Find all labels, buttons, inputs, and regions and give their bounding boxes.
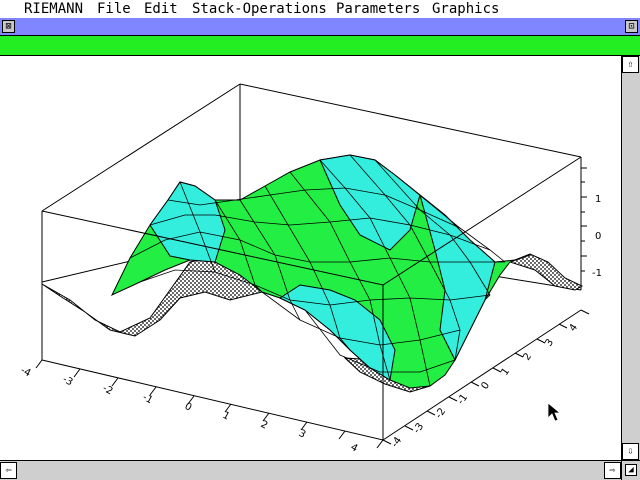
scroll-left-arrow-icon[interactable]: ⇦	[0, 462, 17, 479]
resize-grip-icon[interactable]: ◢	[625, 464, 637, 476]
vertical-scrollbar[interactable]: ⇧ ⇩	[621, 56, 640, 460]
y-tick-label: 1	[499, 366, 512, 378]
x-axis-ticks	[35, 359, 384, 449]
surface-plot: 1 0 -1 -4 -3 -2 -1 0 1 2 3 4 -4 -3 -2 -1…	[19, 83, 602, 455]
z-tick-label: 0	[595, 231, 601, 242]
y-tick-label: -3	[411, 421, 426, 435]
menu-parameters[interactable]: Parameters	[335, 0, 421, 18]
x-tick-label: -3	[61, 374, 75, 388]
menu-bar: RIEMANN File Edit Stack-Operations Param…	[0, 0, 640, 18]
plot-canvas[interactable]: 1 0 -1 -4 -3 -2 -1 0 1 2 3 4 -4 -3 -2 -1…	[0, 56, 621, 460]
y-tick-label: 0	[479, 380, 492, 392]
z-axis	[581, 167, 587, 272]
y-tick-label: 3	[543, 337, 556, 349]
info-bar	[0, 36, 640, 56]
window-title-bar[interactable]: ⊠ ⊡	[0, 18, 640, 36]
size-box[interactable]: ◢	[621, 460, 640, 480]
scroll-up-arrow-icon[interactable]: ⇧	[622, 56, 639, 73]
scroll-right-arrow-icon[interactable]: ⇨	[604, 462, 621, 479]
menu-graphics[interactable]: Graphics	[431, 0, 500, 18]
menu-edit[interactable]: Edit	[143, 0, 179, 18]
z-tick-label: 1	[595, 194, 601, 205]
x-tick-label: 2	[259, 419, 270, 432]
x-tick-label: 3	[297, 428, 308, 441]
x-tick-label: -4	[19, 365, 33, 379]
menu-file[interactable]: File	[96, 0, 132, 18]
y-tick-label: -2	[433, 406, 448, 420]
scroll-down-arrow-icon[interactable]: ⇩	[622, 443, 639, 460]
z-tick-label: -1	[592, 268, 602, 279]
y-tick-label: 4	[567, 322, 580, 334]
x-tick-label: -1	[141, 392, 155, 406]
x-tick-label: 1	[221, 410, 232, 423]
x-tick-label: 0	[183, 401, 194, 414]
x-tick-label: 4	[349, 442, 360, 455]
y-tick-label: 2	[521, 351, 534, 363]
menu-stack-operations[interactable]: Stack-Operations	[191, 0, 328, 18]
mouse-pointer-icon	[547, 402, 562, 422]
zoom-box-icon[interactable]: ⊡	[625, 20, 638, 33]
menu-riemann[interactable]: RIEMANN	[23, 0, 84, 18]
y-tick-label: -1	[455, 392, 470, 406]
horizontal-scrollbar[interactable]: ⇦ ⇨	[0, 460, 621, 480]
y-tick-label: -4	[389, 435, 404, 449]
close-box-icon[interactable]: ⊠	[2, 20, 15, 33]
